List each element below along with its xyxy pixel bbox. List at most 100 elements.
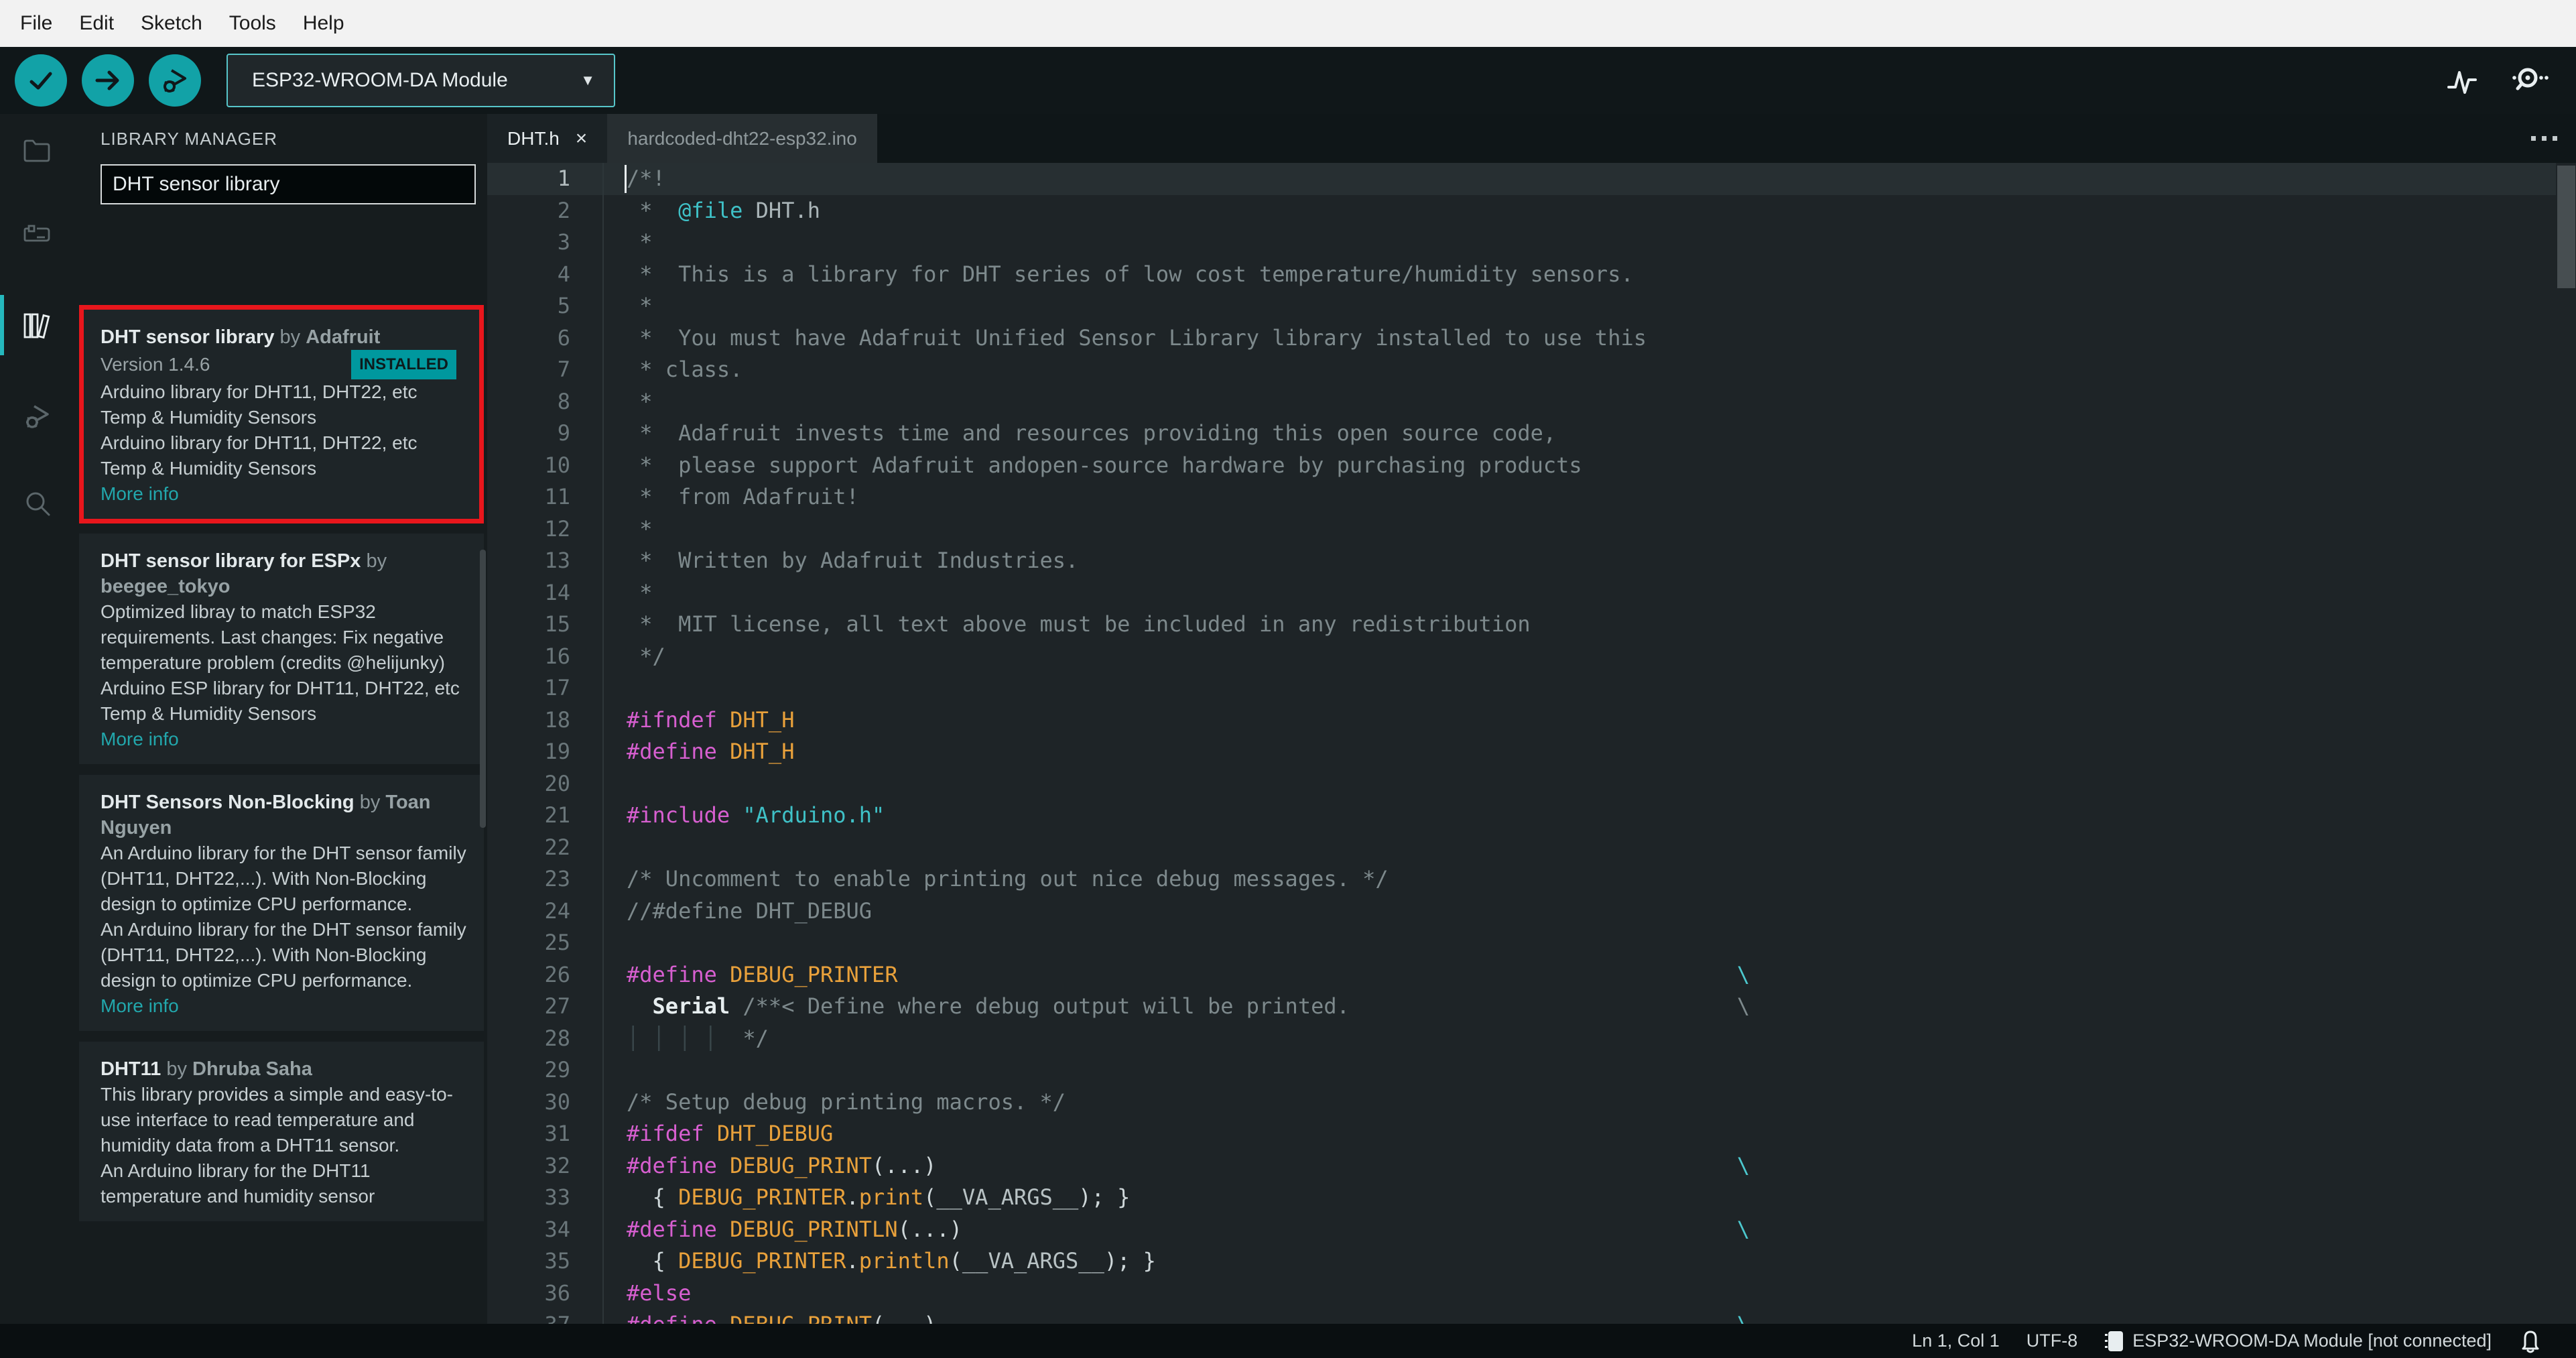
line-number[interactable]: 37 — [487, 1309, 570, 1324]
code-line[interactable]: #ifdef DHT_DEBUG — [627, 1118, 1750, 1150]
line-number[interactable]: 9 — [487, 418, 570, 450]
line-number[interactable]: 24 — [487, 896, 570, 928]
library-manager-icon[interactable] — [22, 310, 52, 340]
debug-button[interactable] — [149, 54, 201, 107]
line-number[interactable]: 26 — [487, 959, 570, 991]
code-line[interactable] — [627, 927, 1750, 959]
line-number[interactable]: 5 — [487, 290, 570, 322]
search-icon[interactable] — [22, 489, 52, 519]
more-info-link[interactable]: More info — [101, 995, 179, 1016]
code-line[interactable]: * please support Adafruit andopen-source… — [627, 450, 1750, 482]
code-line[interactable]: /* Uncomment to enable printing out nice… — [627, 863, 1750, 896]
menu-item-file[interactable]: File — [7, 7, 66, 40]
serial-monitor-icon[interactable] — [2509, 63, 2549, 98]
code-line[interactable]: //#define DHT_DEBUG — [627, 896, 1750, 928]
code-line[interactable]: #define DEBUG_PRINT(...) \ — [627, 1150, 1750, 1182]
more-info-link[interactable]: More info — [101, 729, 179, 749]
code-line[interactable]: #include "Arduino.h" — [627, 800, 1750, 832]
boards-manager-icon[interactable] — [22, 220, 52, 249]
line-number[interactable]: 32 — [487, 1150, 570, 1182]
more-info-link[interactable]: More info — [101, 483, 179, 504]
line-number[interactable]: 6 — [487, 322, 570, 355]
upload-button[interactable] — [82, 54, 134, 107]
code-line[interactable]: * Written by Adafruit Industries. — [627, 545, 1750, 577]
sketchbook-folder-icon[interactable] — [22, 136, 52, 166]
line-number[interactable]: 12 — [487, 513, 570, 546]
line-number[interactable]: 25 — [487, 927, 570, 959]
code-line[interactable]: { DEBUG_PRINTER.println(__VA_ARGS__); } — [627, 1245, 1750, 1278]
code-line[interactable]: #define DEBUG_PRINT(...) \ — [627, 1309, 1750, 1324]
line-number[interactable]: 7 — [487, 354, 570, 386]
board-connection-status[interactable]: ESP32-WROOM-DA Module [not connected] — [2104, 1329, 2492, 1353]
line-number[interactable]: 3 — [487, 227, 570, 259]
editor-tab-DHT.h[interactable]: DHT.h × — [487, 114, 608, 163]
code-line[interactable] — [627, 672, 1750, 704]
verify-button[interactable] — [15, 54, 67, 107]
menu-item-help[interactable]: Help — [289, 7, 358, 40]
code-line[interactable]: * — [627, 227, 1750, 259]
code-line[interactable]: Serial /**< Define where debug output wi… — [627, 991, 1750, 1023]
line-number[interactable]: 23 — [487, 863, 570, 896]
line-number[interactable]: 36 — [487, 1278, 570, 1310]
code-line[interactable]: * — [627, 513, 1750, 546]
code-line[interactable]: * from Adafruit! — [627, 481, 1750, 513]
line-number[interactable]: 35 — [487, 1245, 570, 1278]
code-line[interactable] — [627, 768, 1750, 800]
line-number[interactable]: 27 — [487, 991, 570, 1023]
line-number[interactable]: 16 — [487, 641, 570, 673]
debug-sidebar-icon[interactable] — [22, 401, 52, 430]
line-number[interactable]: 28 — [487, 1023, 570, 1055]
line-number[interactable]: 19 — [487, 736, 570, 768]
line-number[interactable]: 13 — [487, 545, 570, 577]
line-number[interactable]: 20 — [487, 768, 570, 800]
code-line[interactable]: * This is a library for DHT series of lo… — [627, 259, 1750, 291]
line-number[interactable]: 33 — [487, 1182, 570, 1214]
line-number[interactable]: 15 — [487, 609, 570, 641]
code-line[interactable]: */ — [627, 641, 1750, 673]
code-line[interactable]: { DEBUG_PRINTER.print(__VA_ARGS__); } — [627, 1182, 1750, 1214]
line-number[interactable]: 4 — [487, 259, 570, 291]
line-number[interactable]: 10 — [487, 450, 570, 482]
menu-item-edit[interactable]: Edit — [66, 7, 127, 40]
code-editor[interactable]: 1 2 3 4 5 6 7 8 9 10 11 12 13 14 15 16 17 18 19 20 21 22 23 24 2… — [487, 163, 2576, 1324]
editor-scrollbar[interactable] — [2557, 166, 2575, 288]
notification-bell-icon[interactable] — [2518, 1329, 2542, 1354]
code-line[interactable]: #define DHT_H — [627, 736, 1750, 768]
code-line[interactable]: /*! — [627, 163, 1750, 195]
code-line[interactable]: * — [627, 577, 1750, 609]
line-number[interactable]: 2 — [487, 195, 570, 227]
line-number[interactable]: 14 — [487, 577, 570, 609]
code-line[interactable]: * Adafruit invests time and resources pr… — [627, 418, 1750, 450]
code-line[interactable] — [627, 1054, 1750, 1087]
code-line[interactable]: #else — [627, 1278, 1750, 1310]
close-icon[interactable]: × — [576, 127, 588, 150]
code-line[interactable]: /* Setup debug printing macros. */ — [627, 1087, 1750, 1119]
board-selector[interactable]: ESP32-WROOM-DA Module ▼ — [227, 54, 615, 107]
line-number[interactable]: 1 — [487, 163, 570, 195]
library-entry-dht11[interactable]: DHT11 by Dhruba Saha This library provide… — [79, 1042, 484, 1221]
menu-item-sketch[interactable]: Sketch — [127, 7, 216, 40]
line-number[interactable]: 22 — [487, 832, 570, 864]
serial-plotter-icon[interactable] — [2445, 63, 2480, 98]
library-entry-dht-sensors-non-blocking[interactable]: DHT Sensors Non-Blocking by Toan Nguyen A… — [79, 775, 484, 1031]
editor-tab-hardcoded-dht22-esp32.ino[interactable]: hardcoded-dht22-esp32.ino — [607, 114, 877, 163]
line-number[interactable]: 31 — [487, 1118, 570, 1150]
code-line[interactable]: * You must have Adafruit Unified Sensor … — [627, 322, 1750, 355]
library-entry-dht-sensor-library-for-espx[interactable]: DHT sensor library for ESPx by beegee_to… — [79, 534, 484, 764]
code-line[interactable]: * — [627, 386, 1750, 418]
code-line[interactable]: │ │ │ │ */ — [627, 1023, 1750, 1055]
code-line[interactable]: * class. — [627, 354, 1750, 386]
line-number[interactable]: 8 — [487, 386, 570, 418]
more-actions-button[interactable] — [2531, 114, 2557, 163]
code-line[interactable]: * MIT license, all text above must be in… — [627, 609, 1750, 641]
code-line[interactable]: * — [627, 290, 1750, 322]
line-number[interactable]: 21 — [487, 800, 570, 832]
line-number[interactable]: 29 — [487, 1054, 570, 1087]
line-number[interactable]: 30 — [487, 1087, 570, 1119]
library-entry-dht-sensor-library[interactable]: DHT sensor library by Adafruit Version 1.… — [84, 310, 479, 519]
library-search-input[interactable] — [101, 164, 476, 204]
code-line[interactable]: * @file DHT.h — [627, 195, 1750, 227]
line-number[interactable]: 11 — [487, 481, 570, 513]
menu-item-tools[interactable]: Tools — [216, 7, 289, 40]
code-line[interactable] — [627, 832, 1750, 864]
